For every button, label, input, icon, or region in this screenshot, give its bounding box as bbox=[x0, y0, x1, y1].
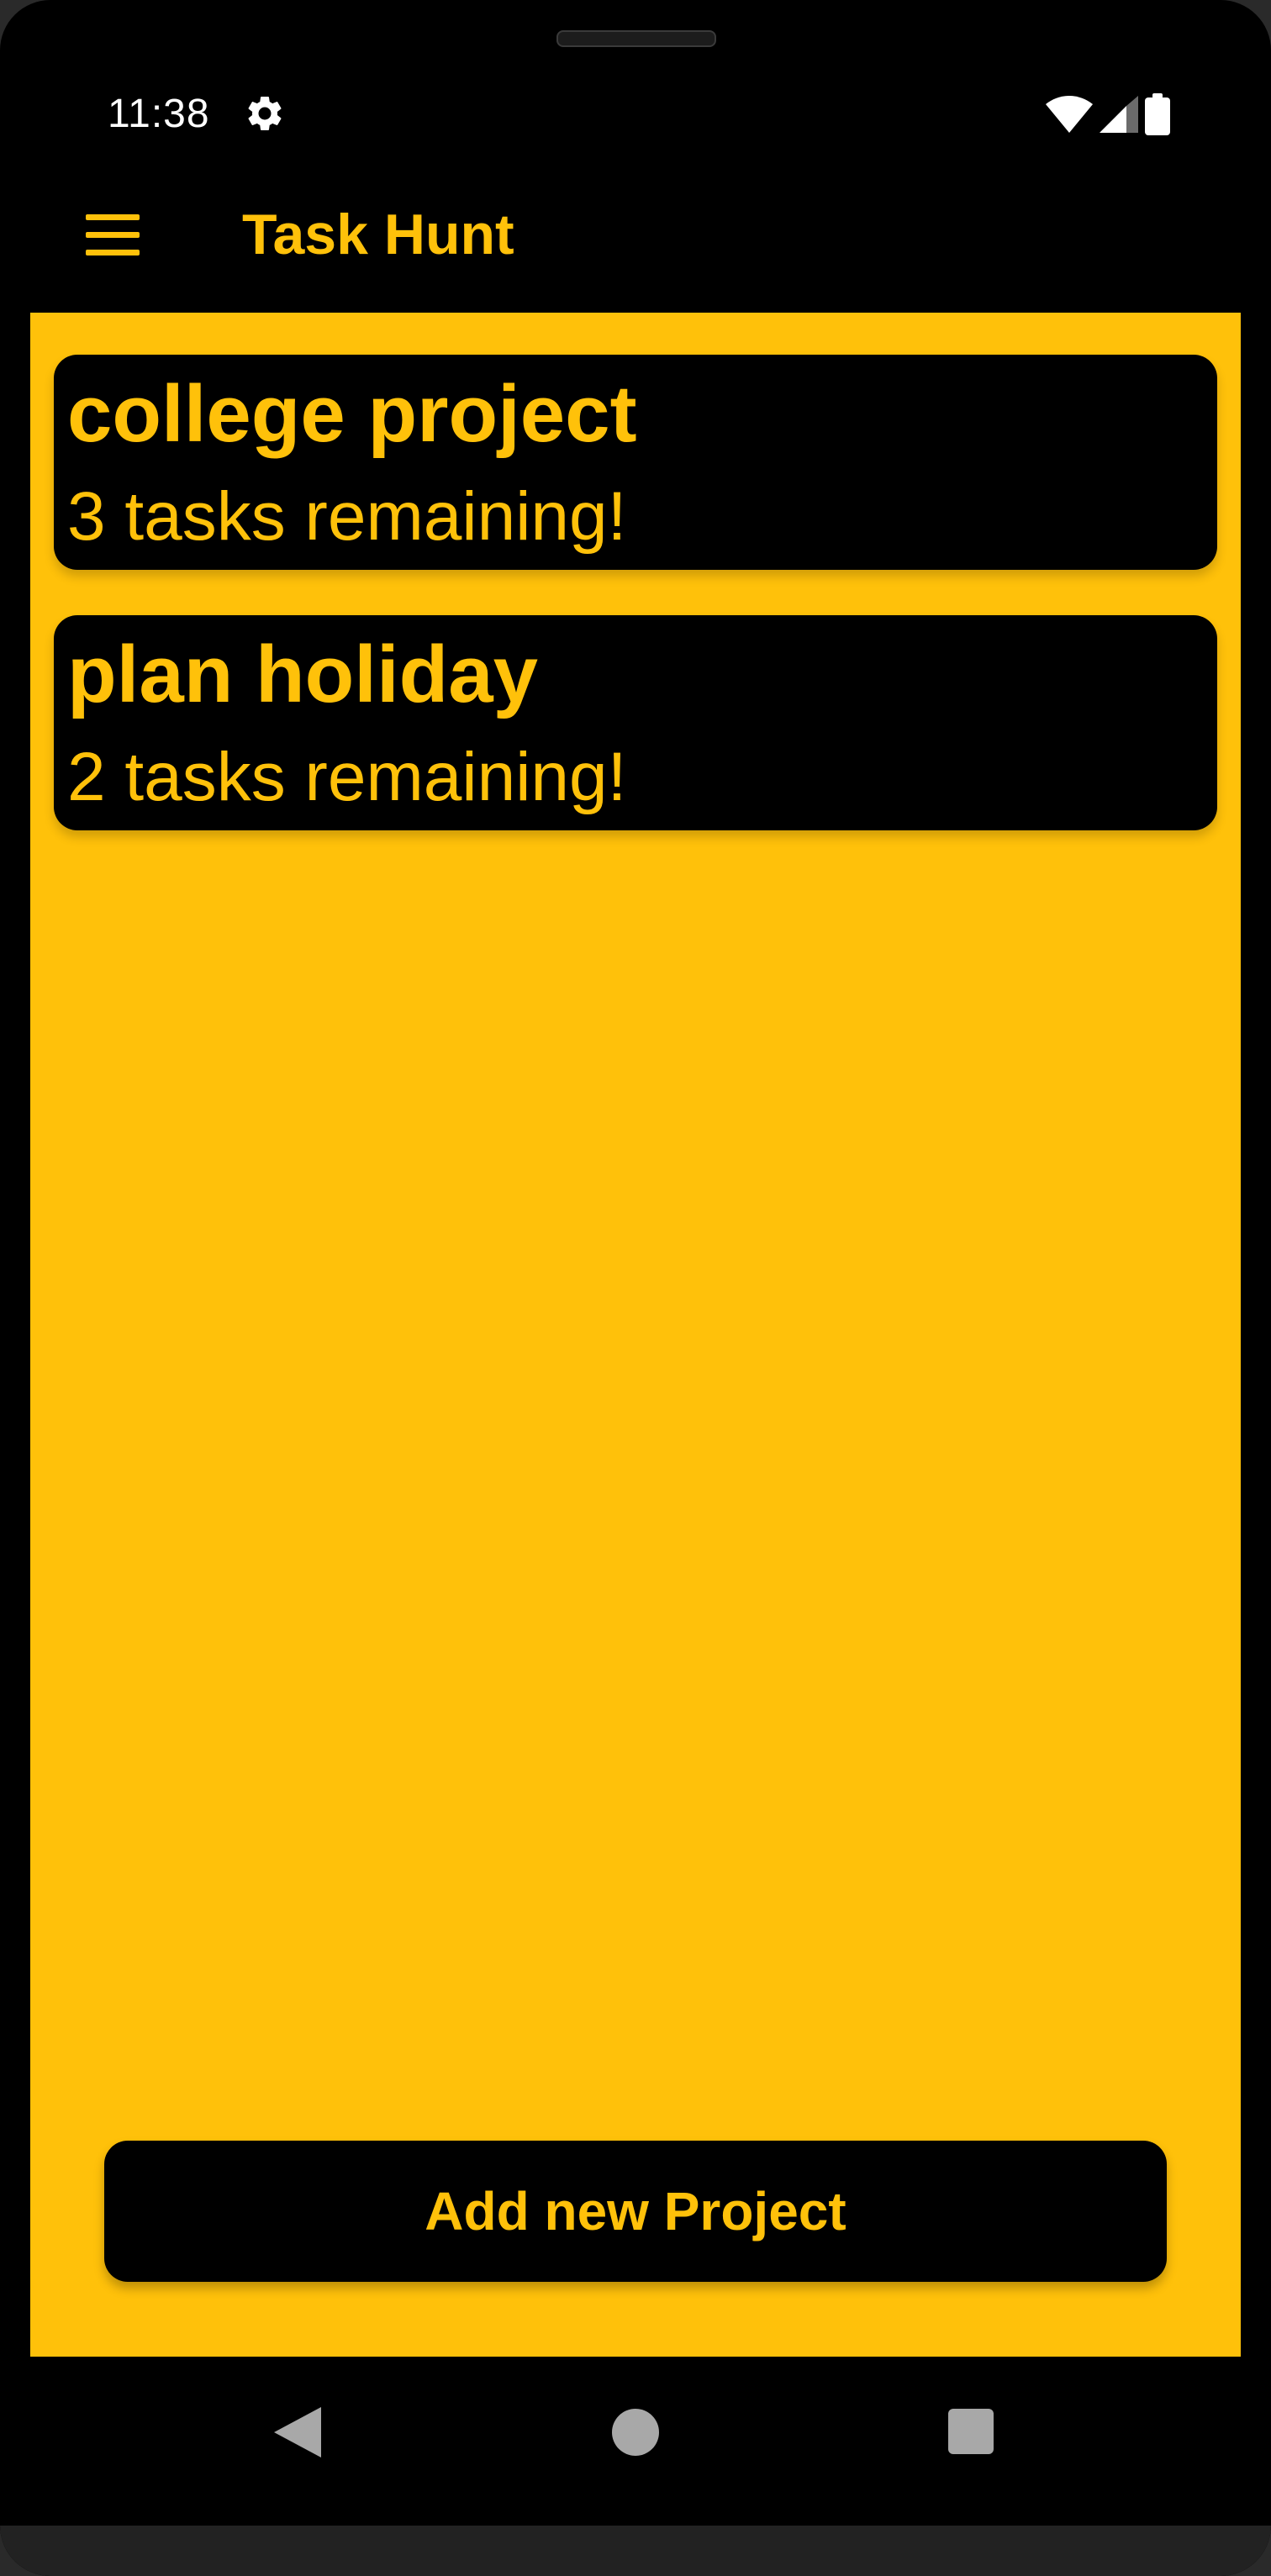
phone-bottom-bezel bbox=[0, 2526, 1271, 2576]
back-icon[interactable] bbox=[274, 2407, 321, 2457]
add-new-project-button[interactable]: Add new Project bbox=[104, 2141, 1167, 2282]
system-nav-bar bbox=[0, 2357, 1271, 2500]
project-tasks-remaining: 2 tasks remaining! bbox=[67, 739, 627, 815]
app-title: Task Hunt bbox=[242, 203, 514, 266]
home-icon[interactable] bbox=[612, 2409, 659, 2456]
status-time: 11:38 bbox=[108, 92, 210, 136]
phone-frame: 11:38 Task Hunt college project 3 tasks … bbox=[0, 0, 1271, 2576]
app-bar: Task Hunt bbox=[0, 168, 1271, 303]
wifi-icon bbox=[1046, 96, 1093, 133]
gear-icon bbox=[248, 96, 282, 130]
status-icons bbox=[1046, 91, 1170, 138]
project-name: college project bbox=[67, 369, 637, 459]
speaker-grille bbox=[556, 30, 716, 47]
project-name: plan holiday bbox=[67, 630, 539, 719]
recents-icon[interactable] bbox=[948, 2409, 994, 2454]
project-list: college project 3 tasks remaining! plan … bbox=[30, 313, 1241, 2357]
menu-icon[interactable] bbox=[84, 210, 143, 261]
status-bar: 11:38 bbox=[0, 76, 1271, 151]
project-tasks-remaining: 3 tasks remaining! bbox=[67, 478, 627, 555]
battery-icon bbox=[1145, 93, 1170, 135]
cell-signal-icon bbox=[1100, 96, 1138, 133]
project-card[interactable]: plan holiday 2 tasks remaining! bbox=[54, 615, 1217, 830]
project-card[interactable]: college project 3 tasks remaining! bbox=[54, 355, 1217, 570]
